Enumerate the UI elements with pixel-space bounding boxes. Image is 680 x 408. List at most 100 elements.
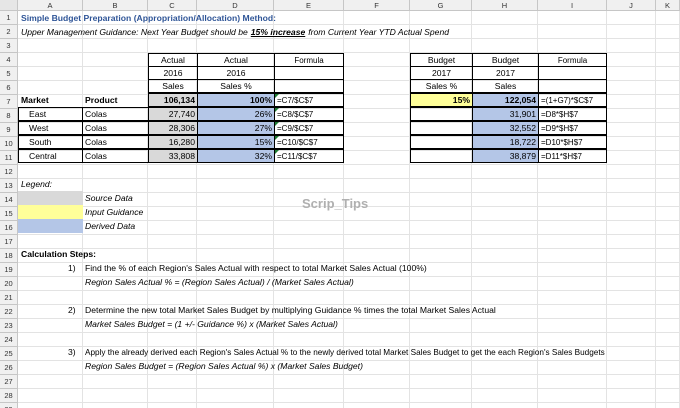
product-west[interactable]: Colas [82,121,149,135]
actual-pct-south[interactable]: 15% [197,135,275,149]
row-header-7[interactable]: 7 [0,95,18,109]
actual-blank-3[interactable] [274,79,344,93]
budget-blank-3[interactable] [538,79,607,93]
actual-header-2[interactable]: Actual [197,53,275,67]
actual-pct-central[interactable]: 32% [197,149,275,163]
actual-formula-west[interactable]: =C9/$C$7 [274,121,344,135]
actual-formula-east[interactable]: =C8/$C$7 [274,107,344,121]
row-header-18[interactable]: 18 [0,249,18,263]
row-header-17[interactable]: 17 [0,235,18,249]
actual-formula-header[interactable]: Formula [274,53,344,67]
budget-header-1[interactable]: Budget [410,53,473,67]
budget-year-2[interactable]: 2017 [472,66,539,80]
budget-sales-label[interactable]: Sales [472,79,539,93]
budget-salespct-label[interactable]: Sales % [410,79,473,93]
product-south[interactable]: Colas [82,135,149,149]
actual-pct-east[interactable]: 26% [197,107,275,121]
row-header-20[interactable]: 20 [0,277,18,291]
product-column-header[interactable]: Product [83,93,119,107]
actual-header-1[interactable]: Actual [148,53,198,67]
row-header-25[interactable]: 25 [0,347,18,361]
budget-sales-east[interactable]: 31,901 [472,107,539,121]
actual-formula-south[interactable]: =C10/$C$7 [274,135,344,149]
spreadsheet-grid[interactable]: ABCDEFGHIJK 1 2 3 4 5 6 7 8 9 10 11 12 13 14 15 16 17 18 1… [0,0,680,408]
actual-pct-west[interactable]: 27% [197,121,275,135]
row-header-27[interactable]: 27 [0,375,18,389]
column-header-f[interactable]: F [344,0,410,11]
product-central[interactable]: Colas [82,149,149,163]
select-all-corner[interactable] [0,0,18,11]
column-header-b[interactable]: B [83,0,148,11]
actual-sales-east[interactable]: 27,740 [148,107,198,121]
budget-formula-header[interactable]: Formula [538,53,607,67]
row-header-10[interactable]: 10 [0,137,18,151]
row-header-14[interactable]: 14 [0,193,18,207]
column-header-g[interactable]: G [410,0,472,11]
column-header-i[interactable]: I [538,0,607,11]
column-header-d[interactable]: D [197,0,274,11]
product-east[interactable]: Colas [82,107,149,121]
actual-formula-central[interactable]: =C11/$C$7 [274,149,344,163]
actual-pct-total[interactable]: 100% [197,93,275,107]
row-header-28[interactable]: 28 [0,389,18,403]
actual-sales-west[interactable]: 28,306 [148,121,198,135]
row-header-6[interactable]: 6 [0,81,18,95]
budget-formula-central[interactable]: =D11*$H$7 [538,149,607,163]
budget-pct-east[interactable] [410,107,473,121]
column-header-c[interactable]: C [148,0,197,11]
row-header-23[interactable]: 23 [0,319,18,333]
row-header-11[interactable]: 11 [0,151,18,165]
row-header-19[interactable]: 19 [0,263,18,277]
budget-header-2[interactable]: Budget [472,53,539,67]
column-header-k[interactable]: K [656,0,680,11]
actual-year-2[interactable]: 2016 [197,66,275,80]
budget-pct-central[interactable] [410,149,473,163]
row-header-5[interactable]: 5 [0,67,18,81]
row-header-21[interactable]: 21 [0,291,18,305]
row-header-24[interactable]: 24 [0,333,18,347]
budget-sales-central[interactable]: 38,879 [472,149,539,163]
row-header-13[interactable]: 13 [0,179,18,193]
row-header-2[interactable]: 2 [0,25,18,39]
budget-pct-west[interactable] [410,121,473,135]
budget-year-1[interactable]: 2017 [410,66,473,80]
market-column-header[interactable]: Market [19,93,51,107]
budget-pct-south[interactable] [410,135,473,149]
column-header-a[interactable]: A [18,0,83,11]
row-header-16[interactable]: 16 [0,221,18,235]
region-west[interactable]: West [18,121,83,135]
column-header-j[interactable]: J [607,0,656,11]
budget-formula-east[interactable]: =D8*$H$7 [538,107,607,121]
row-header-29[interactable]: 29 [0,403,18,408]
budget-sales-south[interactable]: 18,722 [472,135,539,149]
row-header-12[interactable]: 12 [0,165,18,179]
region-central[interactable]: Central [18,149,83,163]
actual-sales-label[interactable]: Sales [148,79,198,93]
row-header-3[interactable]: 3 [0,39,18,53]
row-header-8[interactable]: 8 [0,109,18,123]
row-header-15[interactable]: 15 [0,207,18,221]
row-header-4[interactable]: 4 [0,53,18,67]
actual-salespct-label[interactable]: Sales % [197,79,275,93]
actual-blank-2[interactable] [274,66,344,80]
budget-sales-west[interactable]: 32,552 [472,121,539,135]
region-east[interactable]: East [18,107,83,121]
actual-sales-central[interactable]: 33,808 [148,149,198,163]
row-header-26[interactable]: 26 [0,361,18,375]
column-header-e[interactable]: E [274,0,344,11]
budget-guidance-pct[interactable]: 15% [410,93,473,107]
region-south[interactable]: South [18,135,83,149]
budget-formula-south[interactable]: =D10*$H$7 [538,135,607,149]
actual-year-1[interactable]: 2016 [148,66,198,80]
actual-formula-total[interactable]: =C7/$C$7 [274,93,344,107]
column-header-h[interactable]: H [472,0,538,11]
actual-sales-total[interactable]: 106,134 [148,93,198,107]
budget-blank-2[interactable] [538,66,607,80]
row-header-1[interactable]: 1 [0,11,18,25]
row-header-22[interactable]: 22 [0,305,18,319]
actual-sales-south[interactable]: 16,280 [148,135,198,149]
budget-formula-total[interactable]: =(1+G7)*$C$7 [538,93,607,107]
row-header-9[interactable]: 9 [0,123,18,137]
budget-sales-total[interactable]: 122,054 [472,93,539,107]
budget-formula-west[interactable]: =D9*$H$7 [538,121,607,135]
